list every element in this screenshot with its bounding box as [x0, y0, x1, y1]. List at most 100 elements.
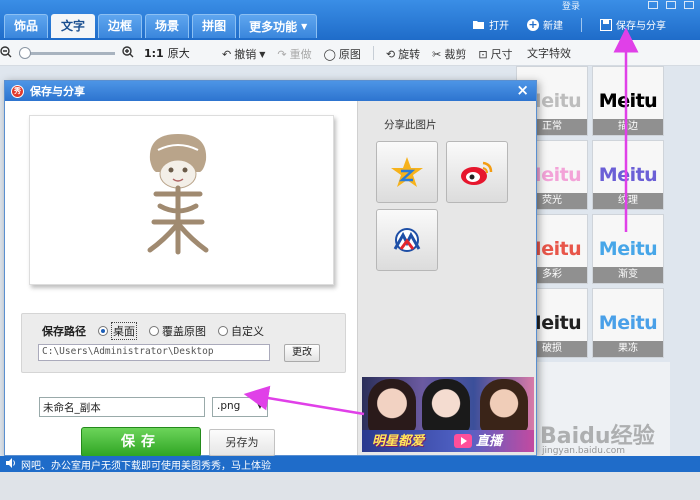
extension-value: .png	[217, 400, 241, 412]
zoom-in-icon[interactable]	[122, 45, 134, 61]
redo-icon: ↷	[277, 47, 287, 61]
radio-label: 自定义	[231, 325, 264, 338]
plus-icon: +	[527, 17, 539, 31]
status-bar[interactable]: 网吧、办公室用户无须下载即可使用美图秀秀，马上体验	[0, 456, 700, 472]
text-effect-tile[interactable]: Meitu 果冻	[592, 288, 664, 358]
original-label: 原图	[338, 48, 361, 61]
renren-share-button[interactable]	[376, 209, 438, 271]
effects-panel-title: 文字特效	[527, 47, 571, 60]
open-label: 打开	[489, 21, 509, 32]
zoom-slider[interactable]	[19, 46, 115, 59]
save-share-label: 保存与分享	[616, 21, 666, 32]
size-label: 尺寸	[490, 48, 513, 61]
play-icon	[454, 434, 472, 448]
radio-dot[interactable]	[98, 326, 108, 336]
tab-label: 边框	[108, 19, 133, 33]
top-actions: 打开 + 新建 保存与分享	[473, 17, 666, 32]
zoom-slider-handle[interactable]	[19, 46, 31, 59]
chevron-down-icon[interactable]: ▼	[259, 50, 265, 59]
folder-icon	[473, 19, 485, 31]
status-text: 网吧、办公室用户无须下载即可使用美图秀秀，马上体验	[21, 460, 271, 472]
rotate-icon: ⟲	[385, 47, 396, 61]
menu-icon[interactable]	[648, 1, 658, 9]
save-as-button[interactable]: 另存为	[209, 429, 275, 456]
banner-text: 明星都爱	[372, 434, 425, 449]
save-path-field[interactable]: C:\Users\Administrator\Desktop	[38, 344, 270, 361]
promo-banner[interactable]: 明星都爱 直播	[362, 377, 534, 452]
save-share-button[interactable]: 保存与分享	[600, 17, 666, 32]
divider	[372, 46, 374, 60]
resize-button[interactable]: ⊡ 尺寸	[478, 46, 512, 62]
tab-frame[interactable]: 边框	[98, 14, 143, 38]
filename-input[interactable]: 未命名_副本	[39, 397, 205, 417]
tab-accessories[interactable]: 饰品	[4, 14, 49, 38]
effect-caption: 果冻	[593, 341, 663, 357]
effect-caption: 渐变	[593, 267, 663, 283]
tab-label: 文字	[61, 19, 86, 33]
tab-collage[interactable]: 拼图	[192, 14, 237, 38]
radio-dot[interactable]	[149, 326, 159, 336]
undo-label: 撤销	[234, 48, 257, 61]
radio-dot[interactable]	[218, 326, 228, 336]
new-button[interactable]: + 新建	[527, 17, 563, 32]
save-share-dialog: 秀 保存与分享 × 保存路径 桌面 覆盖原图 自定义 C:\Users\Admi…	[4, 80, 537, 457]
tab-scene[interactable]: 场景	[145, 14, 190, 38]
radio-label: 覆盖原图	[162, 325, 206, 338]
tab-more-features[interactable]: 更多功能 ▼	[239, 14, 318, 38]
tab-label: 更多功能	[249, 19, 298, 34]
original-size-button[interactable]: 原大	[168, 45, 190, 61]
effect-preview-word: Meitu	[598, 90, 658, 112]
save-button[interactable]: 保存	[81, 427, 201, 457]
undo-icon: ↶	[222, 47, 232, 61]
login-link[interactable]: 登录	[562, 0, 580, 12]
close-icon[interactable]: ×	[516, 82, 529, 99]
save-path-label: 保存路径	[42, 325, 86, 338]
tab-label: 场景	[155, 19, 180, 33]
speaker-icon	[6, 457, 16, 471]
redo-button[interactable]: ↷ 重做	[277, 46, 311, 62]
tab-text[interactable]: 文字	[51, 14, 96, 38]
image-preview	[29, 115, 334, 285]
top-bar: 登录 饰品 文字 边框 场景 拼图 更多功能 ▼ 打开 + 新建 保存与分享	[0, 0, 700, 40]
qzone-share-button[interactable]	[376, 141, 438, 203]
effect-preview-word: Meitu	[598, 164, 658, 186]
rotate-label: 旋转	[398, 48, 421, 61]
radio-overwrite-original[interactable]: 覆盖原图	[149, 323, 206, 339]
original-image-button[interactable]: ◯ 原图	[324, 46, 361, 62]
radio-label: 桌面	[111, 322, 137, 340]
radio-desktop[interactable]: 桌面	[98, 322, 137, 340]
text-effect-tile[interactable]: Meitu 纹理	[592, 140, 664, 210]
tab-label: 饰品	[14, 19, 39, 33]
preview-artwork	[147, 134, 209, 255]
bottom-area	[0, 472, 700, 500]
weibo-share-button[interactable]	[446, 141, 508, 203]
extension-select[interactable]: .png ▼	[212, 397, 268, 417]
text-effect-tile[interactable]: Meitu 描边	[592, 66, 664, 136]
radio-custom[interactable]: 自定义	[218, 323, 264, 339]
dialog-title: 保存与分享	[30, 85, 85, 98]
zoom-ratio-button[interactable]: 1:1	[144, 47, 164, 60]
scissors-icon: ✂	[432, 47, 442, 61]
undo-button[interactable]: ↶ 撤销 ▼	[222, 46, 265, 62]
zoom-out-icon[interactable]	[0, 45, 12, 61]
maximize-icon[interactable]	[684, 1, 694, 9]
tab-label: 拼图	[202, 19, 227, 33]
change-path-button[interactable]: 更改	[284, 344, 320, 362]
divider	[581, 17, 582, 32]
effect-preview-word: Meitu	[598, 238, 658, 260]
effect-caption: 纹理	[593, 193, 663, 209]
minimize-icon[interactable]	[666, 1, 676, 9]
text-effect-tile[interactable]: Meitu 渐变	[592, 214, 664, 284]
save-path-group: 保存路径 桌面 覆盖原图 自定义 C:\Users\Administrator\…	[21, 313, 346, 373]
open-button[interactable]: 打开	[473, 17, 509, 32]
rotate-button[interactable]: ⟲ 旋转	[386, 46, 420, 62]
baidu-watermark-url: jingyan.baidu.com	[542, 446, 626, 456]
chevron-down-icon: ▼	[301, 21, 308, 31]
save-path-row: 保存路径 桌面 覆盖原图 自定义	[42, 322, 264, 340]
window-controls: 登录	[562, 0, 694, 12]
circle-icon: ◯	[323, 47, 336, 61]
crop-button[interactable]: ✂ 裁剪	[432, 46, 466, 62]
resize-icon: ⊡	[478, 47, 488, 61]
crop-label: 裁剪	[444, 48, 467, 61]
main-tabs: 饰品 文字 边框 场景 拼图 更多功能 ▼	[4, 14, 318, 38]
